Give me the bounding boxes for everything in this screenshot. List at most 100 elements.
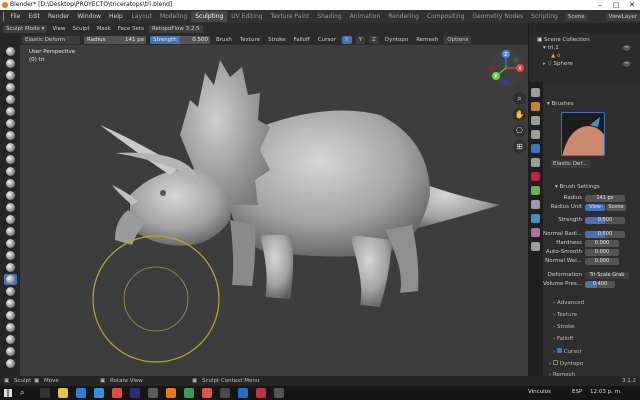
symmetry-z-toggle[interactable]: Z [369,35,379,44]
radius-unit-view-button[interactable]: View [585,204,605,211]
properties-tab-icon[interactable] [531,102,540,111]
sculpt-brush-tool-icon[interactable] [4,106,17,117]
symmetry-y-toggle[interactable]: Y [355,35,366,44]
sculpt-brush-tool-icon[interactable] [4,358,17,369]
visibility-eye-icon[interactable]: 👁 [623,45,631,52]
menu-stroke[interactable]: Stroke [266,37,288,43]
properties-tab-icon[interactable] [531,186,540,195]
blender-menu-icon[interactable] [3,12,5,21]
properties-tab-icon[interactable] [531,200,540,209]
menu-window[interactable]: Window [73,13,105,20]
brush-settings-header[interactable]: ▾ Brush Settings [555,184,600,190]
sculpt-brush-tool-icon[interactable] [4,70,17,81]
sculpt-brush-tool-icon[interactable] [4,322,17,333]
sculpt-brush-tool-icon[interactable] [4,94,17,105]
outliner-item-mesh[interactable]: ▲ ó [551,53,560,59]
visibility-eye-icon[interactable]: 👁 [623,61,631,68]
options-menu[interactable]: Options [444,35,472,44]
taskbar-clock[interactable]: 12:03 p. m. [590,389,622,395]
view-layer-selector[interactable]: ViewLayer [605,12,640,21]
properties-tab-icon[interactable] [531,214,540,223]
tab-shading[interactable]: Shading [313,11,345,22]
panel-cursor[interactable]: › Cursor [553,348,582,355]
remesh-menu[interactable]: Remesh [414,37,440,43]
sculpt-brush-tool-icon[interactable] [4,214,17,225]
tab-animation[interactable]: Animation [346,11,385,22]
properties-tab-icon[interactable] [531,144,540,153]
camera-view-icon[interactable]: ⎔ [513,124,526,137]
app-icon[interactable] [220,388,230,398]
menu-falloff[interactable]: Falloff [292,37,312,43]
menu-render[interactable]: Render [44,13,73,20]
sculpt-brush-tool-icon[interactable] [4,154,17,165]
close-icon[interactable]: ✕ [624,0,640,10]
sculpt-brush-tool-icon[interactable] [4,202,17,213]
prop-volume-field[interactable]: 0.400 [585,281,615,288]
menu-edit[interactable]: Edit [24,13,44,20]
retopoflow-button[interactable]: RetopoFlow 3.2.5 [148,24,203,33]
sculpt-brush-tool-icon[interactable] [4,58,17,69]
maximize-icon[interactable]: □ [608,0,624,10]
tab-layout[interactable]: Layout [128,11,156,22]
sculpt-brush-tool-icon[interactable] [4,46,17,57]
taskbar-language[interactable]: ESP [572,389,582,395]
sculpt-brush-tool-icon[interactable] [4,238,17,249]
minimize-icon[interactable]: – [592,0,608,10]
taskbar-search-icon[interactable]: ⌕ [20,388,24,398]
brush-name-field[interactable]: Elastic Def... [551,160,591,168]
navigation-gizmo[interactable]: X Z Y [486,48,526,88]
properties-tab-icon[interactable] [531,158,540,167]
panel-falloff[interactable]: › Falloff [553,336,573,342]
tab-scripting[interactable]: Scripting [527,11,562,22]
panel-advanced[interactable]: › Advanced [553,300,584,306]
menu-help[interactable]: Help [105,13,127,20]
sculpt-brush-tool-icon[interactable] [4,286,17,297]
deformation-dropdown[interactable]: Tri-Scale Grab [585,272,629,279]
edge-icon[interactable] [76,388,86,398]
strength-field[interactable]: Strength 0.500 [150,35,210,44]
tab-rendering[interactable]: Rendering [384,11,423,22]
brush-selector[interactable]: Elastic Deform [22,35,80,44]
menu-texture[interactable]: Texture [238,37,262,43]
outliner-item-sphere[interactable]: ▸ ▽ Sphere [543,61,573,67]
blender-taskbar-icon[interactable] [166,388,176,398]
tab-texture-paint[interactable]: Texture Paint [267,11,314,22]
taskbar-vinculos[interactable]: Vinculos [528,389,551,395]
dyntopo-menu[interactable]: Dyntopo [383,37,410,43]
app-icon[interactable] [112,388,122,398]
sculpt-brush-tool-icon[interactable] [4,190,17,201]
brushes-panel-header[interactable]: ▾ Brushes [547,101,574,107]
prop-strength-field[interactable]: 0.500 [585,217,625,224]
scene-selector[interactable]: Scene [564,12,588,21]
brush-preview[interactable] [561,112,605,156]
sculpt-brush-tool-icon[interactable] [4,178,17,189]
menu-brush[interactable]: Brush [214,37,234,43]
sculpt-brush-tool-icon[interactable] [4,298,17,309]
radius-field[interactable]: Radius 141 px [84,35,146,44]
app-icon[interactable] [256,388,266,398]
3d-viewport[interactable] [20,45,528,376]
menu-view[interactable]: View [50,26,67,32]
sculpt-brush-tool-icon[interactable] [4,142,17,153]
menu-mask[interactable]: Mask [95,26,113,32]
file-explorer-icon[interactable] [58,388,68,398]
prop-hardness-field[interactable]: 0.000 [585,240,619,247]
app-icon[interactable] [184,388,194,398]
pan-hand-icon[interactable]: ✋ [513,108,526,121]
tab-compositing[interactable]: Compositing [423,11,469,22]
menu-file[interactable]: File [6,13,24,20]
app-icon[interactable] [148,388,158,398]
tab-uv-editing[interactable]: UV Editing [227,11,266,22]
sculpt-brush-tool-icon[interactable] [4,226,17,237]
tab-modeling[interactable]: Modeling [156,11,191,22]
tab-geometry-nodes[interactable]: Geometry Nodes [469,11,528,22]
symmetry-x-toggle[interactable]: X [341,35,352,44]
properties-tab-icon[interactable] [531,88,540,97]
sculpt-brush-tool-icon[interactable] [4,130,17,141]
prop-normal-weight-field[interactable]: 0.000 [585,258,619,265]
task-view-icon[interactable] [40,388,50,398]
sculpt-brush-tool-icon[interactable] [4,166,17,177]
panel-dyntopo[interactable]: › Dyntopo [549,360,583,367]
zoom-icon[interactable]: ⌕ [513,92,526,105]
properties-tab-icon[interactable] [531,242,540,251]
